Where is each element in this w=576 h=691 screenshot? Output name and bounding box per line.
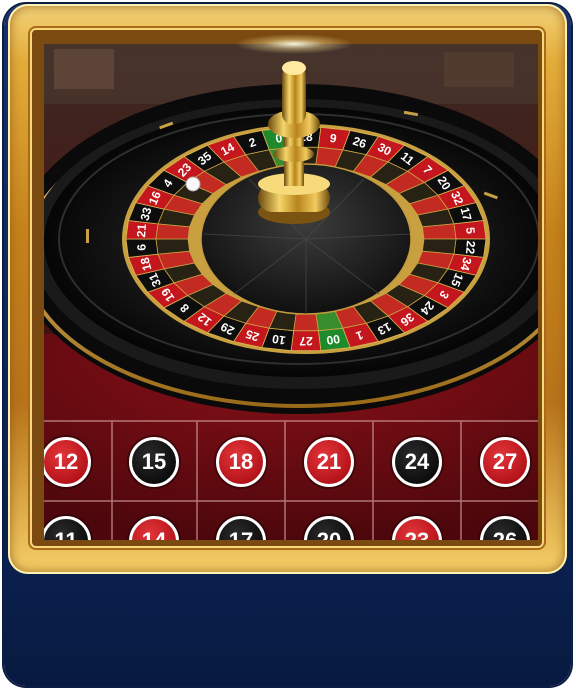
board-number-27[interactable]: 27 <box>480 437 530 487</box>
wheel-number-label: 22 <box>463 240 478 255</box>
board-number-21[interactable]: 21 <box>304 437 354 487</box>
board-number-15[interactable]: 15 <box>129 437 179 487</box>
light-glare <box>234 34 354 54</box>
game-card[interactable]: 0 28 9 26 30 11 7 20 32 17 5 22 34 15 3 24 36 13 1 00 27 10 25… <box>4 4 571 686</box>
wheel-pocket <box>421 223 457 240</box>
wheel-number-label: 21 <box>134 223 149 238</box>
wheel-number-label: 27 <box>299 334 313 348</box>
bottom-panel <box>4 574 571 686</box>
roulette-ball <box>185 176 201 192</box>
wheel-pocket <box>293 312 319 332</box>
wheel-number-label: 00 <box>325 332 341 348</box>
board-number-24[interactable]: 24 <box>392 437 442 487</box>
wheel-number-label: 10 <box>271 332 287 348</box>
roulette-scene: 0 28 9 26 30 11 7 20 32 17 5 22 34 15 3 24 36 13 1 00 27 10 25… <box>44 44 538 540</box>
wheel-pocket <box>155 238 191 255</box>
board-number-18[interactable]: 18 <box>216 437 266 487</box>
roulette-wheel-graphic: 0 28 9 26 30 11720321752234153243613100271025… <box>44 44 538 540</box>
